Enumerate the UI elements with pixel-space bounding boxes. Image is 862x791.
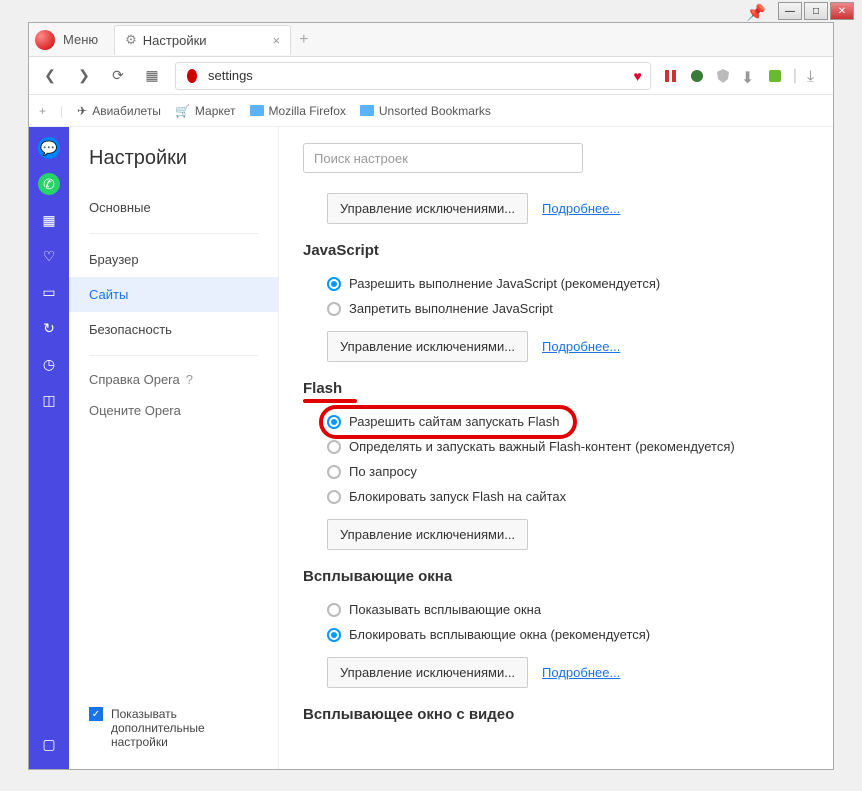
- blocker-icon[interactable]: [663, 68, 679, 84]
- new-tab-button[interactable]: +: [299, 31, 308, 49]
- whatsapp-icon[interactable]: ✆: [38, 173, 60, 195]
- address-bar[interactable]: settings ♥: [175, 62, 651, 90]
- sidebar-item-security[interactable]: Безопасность: [69, 312, 278, 347]
- radio-flash-detect[interactable]: Определять и запускать важный Flash-конт…: [327, 434, 809, 459]
- address-text: settings: [208, 68, 626, 83]
- shield-icon[interactable]: [715, 68, 731, 84]
- save-icon[interactable]: ⤓: [807, 68, 823, 84]
- minimize-button[interactable]: —: [778, 2, 802, 20]
- gear-icon: ⚙: [125, 32, 137, 48]
- radio-icon: [327, 603, 341, 617]
- sidebar-rate[interactable]: Оцените Opera: [69, 395, 278, 426]
- radio-icon: [327, 415, 341, 429]
- advanced-settings-toggle[interactable]: ✓ Показывать дополнительные настройки: [69, 697, 278, 759]
- radio-icon: [327, 465, 341, 479]
- bookmarks-bar: + | ✈ Авиабилеты 🛒 Маркет Mozilla Firefo…: [29, 95, 833, 127]
- more-link[interactable]: Подробнее...: [542, 201, 620, 216]
- radio-icon: [327, 440, 341, 454]
- manage-exceptions-button[interactable]: Управление исключениями...: [327, 519, 528, 550]
- settings-sidebar: Настройки Основные Браузер Сайты Безопас…: [69, 127, 279, 769]
- tab-bar: Меню ⚙ Настройки × +: [29, 23, 833, 57]
- checkbox-icon: ✓: [89, 707, 103, 721]
- close-button[interactable]: ✕: [830, 2, 854, 20]
- bookmark-aviabilety[interactable]: ✈ Авиабилеты: [77, 104, 161, 118]
- pin-icon: 📌: [746, 3, 762, 19]
- tab-close-icon[interactable]: ×: [273, 33, 281, 48]
- messenger-icon[interactable]: 💬: [38, 137, 60, 159]
- main-content: Поиск настроек Управление исключениями..…: [279, 127, 833, 769]
- folder-icon: [360, 105, 374, 116]
- nav-bar: ❮ ❯ ⟳ ▦ settings ♥ ⬇ | ⤓: [29, 57, 833, 95]
- manage-exceptions-button[interactable]: Управление исключениями...: [327, 657, 528, 688]
- search-input[interactable]: Поиск настроек: [303, 143, 583, 173]
- bookmark-market[interactable]: 🛒 Маркет: [175, 104, 236, 118]
- section-video-popup: Всплывающее окно с видео: [303, 706, 809, 723]
- news-icon[interactable]: ▭: [38, 281, 60, 303]
- maximize-button[interactable]: □: [804, 2, 828, 20]
- radio-js-allow[interactable]: Разрешить выполнение JavaScript (рекомен…: [327, 271, 809, 296]
- cart-icon: 🛒: [175, 104, 190, 118]
- clock-icon[interactable]: ◷: [38, 353, 60, 375]
- folder-icon: [250, 105, 264, 116]
- bookmark-mozilla[interactable]: Mozilla Firefox: [250, 104, 346, 118]
- radio-flash-allow[interactable]: Разрешить сайтам запускать Flash: [327, 409, 809, 434]
- download-icon[interactable]: ⬇: [741, 68, 757, 84]
- plane-icon: ✈: [77, 104, 87, 118]
- heart-outline-icon[interactable]: ♡: [38, 245, 60, 267]
- annotation-underline: [303, 399, 357, 403]
- radio-js-block[interactable]: Запретить выполнение JavaScript: [327, 296, 809, 321]
- section-flash: Flash: [303, 380, 809, 397]
- section-javascript: JavaScript: [303, 242, 809, 259]
- page-title: Настройки: [69, 147, 278, 190]
- speed-dial-button[interactable]: ▦: [141, 65, 163, 87]
- radio-flash-ask[interactable]: По запросу: [327, 459, 809, 484]
- help-icon: ?: [186, 372, 193, 387]
- sidebar-item-sites[interactable]: Сайты: [69, 277, 278, 312]
- forward-button[interactable]: ❯: [73, 65, 95, 87]
- panel-toggle-icon[interactable]: ▢: [38, 733, 60, 755]
- radio-icon: [327, 490, 341, 504]
- radio-icon: [327, 277, 341, 291]
- tab-title: Настройки: [143, 33, 207, 48]
- box-icon[interactable]: ◫: [38, 389, 60, 411]
- more-link[interactable]: Подробнее...: [542, 665, 620, 680]
- section-popups: Всплывающие окна: [303, 568, 809, 585]
- manage-exceptions-button[interactable]: Управление исключениями...: [327, 193, 528, 224]
- sidebar-help[interactable]: Справка Opera ?: [69, 364, 278, 395]
- menu-button[interactable]: Меню: [63, 32, 98, 47]
- radio-popup-show[interactable]: Показывать всплывающие окна: [327, 597, 809, 622]
- radio-icon: [327, 628, 341, 642]
- reload-button[interactable]: ⟳: [107, 65, 129, 87]
- globe-icon[interactable]: [689, 68, 705, 84]
- history-icon[interactable]: ↻: [38, 317, 60, 339]
- opera-logo[interactable]: [35, 30, 55, 50]
- left-panel: 💬 ✆ ▦ ♡ ▭ ↻ ◷ ◫ ▢: [29, 127, 69, 769]
- sidebar-item-basic[interactable]: Основные: [69, 190, 278, 225]
- heart-icon[interactable]: ♥: [634, 68, 642, 84]
- extension-icon[interactable]: [767, 68, 783, 84]
- radio-popup-block[interactable]: Блокировать всплывающие окна (рекомендуе…: [327, 622, 809, 647]
- radio-flash-block[interactable]: Блокировать запуск Flash на сайтах: [327, 484, 809, 509]
- more-link[interactable]: Подробнее...: [542, 339, 620, 354]
- radio-icon: [327, 302, 341, 316]
- separator: |: [793, 67, 797, 85]
- separator: |: [60, 104, 63, 118]
- back-button[interactable]: ❮: [39, 65, 61, 87]
- bookmark-unsorted[interactable]: Unsorted Bookmarks: [360, 104, 491, 118]
- add-bookmark-button[interactable]: +: [39, 104, 46, 118]
- grid-icon[interactable]: ▦: [38, 209, 60, 231]
- opera-icon: [184, 68, 200, 84]
- browser-window: Меню ⚙ Настройки × + ❮ ❯ ⟳ ▦ settings ♥ …: [28, 22, 834, 770]
- manage-exceptions-button[interactable]: Управление исключениями...: [327, 331, 528, 362]
- sidebar-item-browser[interactable]: Браузер: [69, 242, 278, 277]
- tab-settings[interactable]: ⚙ Настройки ×: [114, 25, 291, 55]
